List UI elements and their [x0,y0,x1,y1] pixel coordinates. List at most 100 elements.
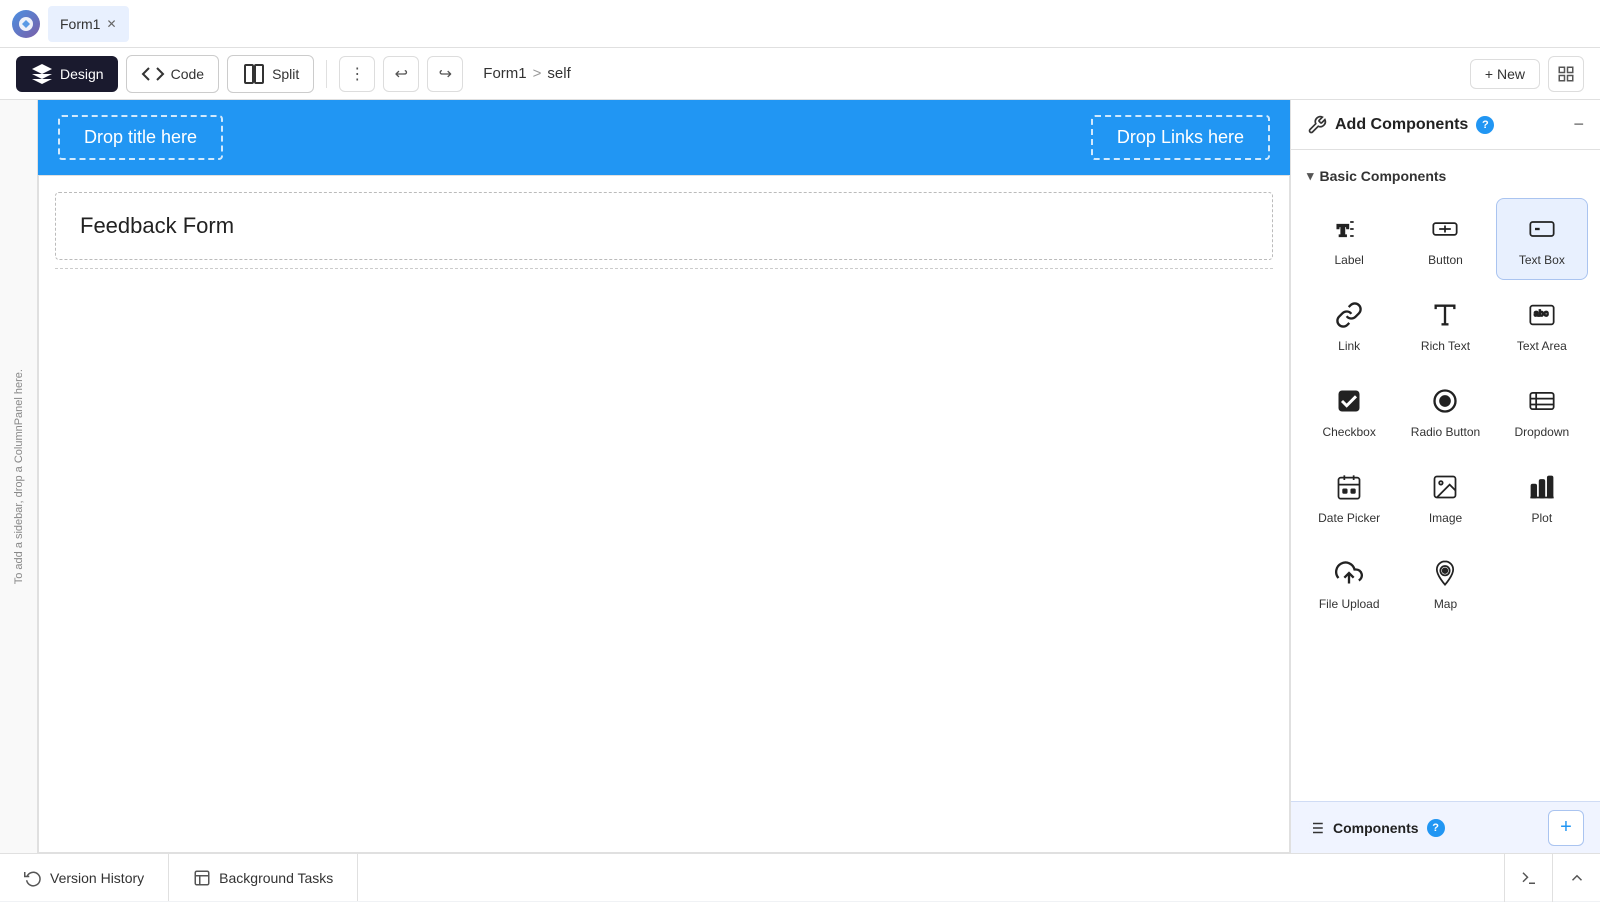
component-datepicker[interactable]: Date Picker [1303,456,1395,538]
chevron-down-icon: ▾ [1307,168,1314,184]
breadcrumb-form: Form1 [483,65,526,82]
component-label[interactable]: T Label [1303,198,1395,280]
component-datepicker-text: Date Picker [1318,511,1380,525]
new-button[interactable]: + New [1470,59,1540,89]
right-panel: Add Components ? − ▾ Basic Components T … [1290,100,1600,853]
bottom-components-panel: Components ? + [1291,801,1600,853]
app-logo [12,10,40,38]
map-icon [1427,555,1463,591]
component-textbox-text: Text Box [1519,253,1565,267]
component-textarea[interactable]: abc Text Area [1496,284,1588,366]
breadcrumb-page: self [547,65,570,82]
fullscreen-button[interactable] [1548,56,1584,92]
undo-button[interactable]: ↩ [383,56,419,92]
component-image-text: Image [1429,511,1462,525]
components-grid: T Label Button [1299,198,1592,624]
status-right-controls [1504,854,1600,902]
textbox-icon [1524,211,1560,247]
components-footer-label: Components [1333,820,1419,836]
label-icon: T [1331,211,1367,247]
background-tasks-button[interactable]: Background Tasks [169,854,358,901]
upload-icon [1331,555,1367,591]
main-area: To add a sidebar, drop a ColumnPanel her… [0,100,1600,853]
checkbox-icon [1331,383,1367,419]
component-textarea-text: Text Area [1517,339,1567,353]
tab-label: Form1 [60,16,100,32]
radio-icon [1427,383,1463,419]
svg-text:T: T [1337,221,1348,240]
toolbar: Design Code Split ⋮ ↩ ↪ Form1 > self + N… [0,48,1600,100]
toolbar-separator-1 [326,60,327,88]
version-history-button[interactable]: Version History [0,854,169,901]
tasks-icon [193,869,211,887]
bottom-panel-title: Components ? [1307,819,1445,837]
component-checkbox-text: Checkbox [1322,425,1375,439]
component-upload[interactable]: File Upload [1303,542,1395,624]
breadcrumb: Form1 > self [483,65,570,82]
form-title-block[interactable]: Feedback Form [55,192,1273,260]
component-link[interactable]: Link [1303,284,1395,366]
components-help-button[interactable]: ? [1427,819,1445,837]
panel-help-button[interactable]: ? [1476,116,1494,134]
history-icon [24,869,42,887]
richtext-icon [1427,297,1463,333]
component-button-text: Button [1428,253,1463,267]
component-plot[interactable]: Plot [1496,456,1588,538]
canvas-drop-area[interactable] [55,268,1273,668]
background-tasks-label: Background Tasks [219,870,333,886]
sidebar-hint-text: To add a sidebar, drop a ColumnPanel her… [13,361,25,592]
component-dropdown[interactable]: Dropdown [1496,370,1588,452]
component-richtext[interactable]: Rich Text [1399,284,1491,366]
split-button[interactable]: Split [227,55,314,93]
component-textbox[interactable]: Text Box [1496,198,1588,280]
more-options-button[interactable]: ⋮ [339,56,375,92]
component-button[interactable]: Button [1399,198,1491,280]
basic-components-header[interactable]: ▾ Basic Components [1299,162,1592,190]
panel-close-button[interactable]: − [1573,114,1584,135]
component-richtext-text: Rich Text [1421,339,1470,353]
design-label: Design [60,66,104,82]
component-image[interactable]: Image [1399,456,1491,538]
component-plot-text: Plot [1531,511,1552,525]
new-label: + New [1485,66,1525,82]
svg-text:abc: abc [1534,309,1549,319]
component-radio[interactable]: Radio Button [1399,370,1491,452]
collapse-button[interactable] [1552,854,1600,902]
wrench-icon [1307,115,1327,135]
canvas-content[interactable]: Feedback Form [38,175,1290,853]
dropdown-icon [1524,383,1560,419]
left-sidebar-hint: To add a sidebar, drop a ColumnPanel her… [0,100,38,853]
components-list-icon [1307,819,1325,837]
drop-title-text: Drop title here [84,127,197,147]
component-dropdown-text: Dropdown [1514,425,1569,439]
add-component-button[interactable]: + [1548,810,1584,846]
button-icon [1427,211,1463,247]
panel-title-text: Add Components [1335,116,1468,134]
code-button[interactable]: Code [126,55,219,93]
component-map-text: Map [1434,597,1457,611]
redo-button[interactable]: ↪ [427,56,463,92]
drop-title-zone[interactable]: Drop title here [58,115,223,160]
drop-links-text: Drop Links here [1117,127,1244,147]
basic-section-label: Basic Components [1320,168,1447,184]
terminal-button[interactable] [1504,854,1552,902]
tab-form1[interactable]: Form1 ✕ [48,6,129,42]
component-map[interactable]: Map [1399,542,1491,624]
component-radio-text: Radio Button [1411,425,1480,439]
canvas-area: Drop title here Drop Links here Feedback… [38,100,1290,853]
panel-header: Add Components ? − [1291,100,1600,150]
design-button[interactable]: Design [16,56,118,92]
form-title-text: Feedback Form [80,213,234,238]
component-checkbox[interactable]: Checkbox [1303,370,1395,452]
panel-title: Add Components ? [1307,115,1494,135]
link-icon [1331,297,1367,333]
component-link-text: Link [1338,339,1360,353]
component-upload-text: File Upload [1319,597,1380,611]
code-label: Code [171,66,204,82]
tab-close-icon[interactable]: ✕ [106,17,116,31]
drop-links-zone[interactable]: Drop Links here [1091,115,1270,160]
status-bar: Version History Background Tasks [0,853,1600,901]
datepicker-icon [1331,469,1367,505]
plot-icon [1524,469,1560,505]
image-icon [1427,469,1463,505]
